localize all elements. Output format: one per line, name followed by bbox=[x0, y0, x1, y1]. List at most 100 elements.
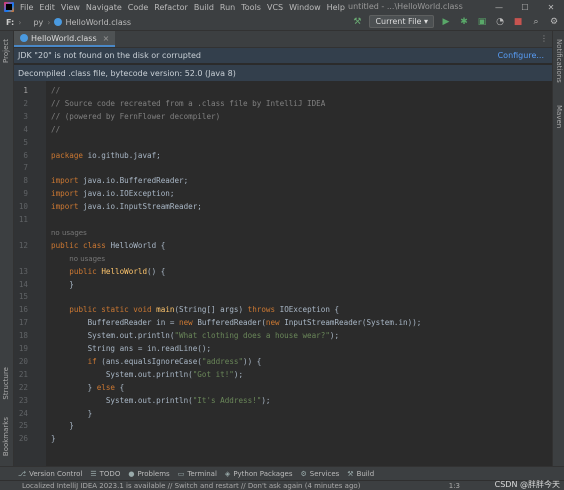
code-line: 3 // (powered by FernFlower decompiler) bbox=[14, 111, 552, 123]
code-line: 21 System.out.println("Got it!"); bbox=[14, 369, 552, 381]
run-config-label: Current File bbox=[375, 17, 422, 26]
code-token: new bbox=[179, 318, 198, 328]
menu-view[interactable]: View bbox=[61, 3, 80, 12]
menu-window[interactable]: Window bbox=[289, 3, 321, 12]
code-text: no usages bbox=[51, 253, 105, 265]
more-tabs-icon[interactable]: ⋮ bbox=[540, 34, 548, 43]
menu-vcs[interactable]: VCS bbox=[267, 3, 283, 12]
code-token: public bbox=[69, 266, 102, 276]
tab-helloworld-class[interactable]: HelloWorld.class × bbox=[14, 31, 116, 47]
coverage-icon[interactable]: ▣ bbox=[476, 16, 488, 28]
code-token: } bbox=[51, 408, 93, 418]
build-hammer-icon[interactable]: ⚒ bbox=[351, 16, 363, 28]
code-line: 17 BufferedReader in = new BufferedReade… bbox=[14, 317, 552, 329]
code-line: 2 // Source code recreated from a .class … bbox=[14, 98, 552, 110]
code-token: // (powered by FernFlower decompiler) bbox=[51, 111, 221, 121]
code-token: throws bbox=[247, 305, 280, 315]
stop-icon[interactable]: ■ bbox=[512, 16, 524, 28]
code-line: 18 System.out.println("What clothing doe… bbox=[14, 330, 552, 342]
code-text: // bbox=[51, 85, 60, 97]
inlay-hint-row: no usages bbox=[14, 227, 552, 239]
usages-hint[interactable]: no usages bbox=[51, 229, 87, 237]
tool-project[interactable]: Project bbox=[2, 39, 10, 63]
line-number: 10 bbox=[18, 202, 28, 212]
code-text: // bbox=[51, 124, 60, 136]
settings-gear-icon[interactable]: ⚙ bbox=[548, 16, 560, 28]
menu-edit[interactable]: Edit bbox=[39, 3, 55, 12]
intellij-logo-icon bbox=[4, 2, 14, 12]
menu-help[interactable]: Help bbox=[327, 3, 345, 12]
tab-label: HelloWorld.class bbox=[31, 33, 97, 43]
menu-file[interactable]: File bbox=[20, 3, 33, 12]
breadcrumb-separator-icon: › bbox=[18, 17, 22, 27]
menu-tools[interactable]: Tools bbox=[241, 3, 261, 12]
maximize-button[interactable]: ☐ bbox=[512, 0, 538, 14]
code-text: } bbox=[51, 433, 56, 445]
close-tab-icon[interactable]: × bbox=[103, 34, 110, 43]
close-window-button[interactable]: ✕ bbox=[538, 0, 564, 14]
menu-code[interactable]: Code bbox=[128, 3, 148, 12]
code-token: io.github.javaf; bbox=[87, 150, 161, 160]
breadcrumb-folder[interactable]: py bbox=[33, 18, 43, 27]
main-menu: File Edit View Navigate Code Refactor Bu… bbox=[20, 3, 351, 12]
usages-hint[interactable]: no usages bbox=[69, 255, 105, 263]
line-number: 5 bbox=[23, 137, 28, 147]
tool-label: Version Control bbox=[29, 469, 83, 478]
tool-label: Terminal bbox=[187, 469, 217, 478]
code-text: System.out.println("What clothing does a… bbox=[51, 330, 340, 342]
tool-maven[interactable]: Maven bbox=[555, 105, 563, 128]
code-token: import bbox=[51, 189, 84, 199]
configure-link[interactable]: Configure... bbox=[498, 51, 544, 60]
tool-bookmarks[interactable]: Bookmarks bbox=[2, 417, 10, 456]
menu-build[interactable]: Build bbox=[194, 3, 214, 12]
tool-notifications[interactable]: Notifications bbox=[555, 39, 563, 83]
tool-terminal[interactable]: ▭ Terminal bbox=[178, 470, 217, 478]
run-configuration-select[interactable]: Current File ▾ bbox=[369, 15, 434, 28]
code-editor[interactable]: 1 // 2 // Source code recreated from a .cla… bbox=[14, 81, 552, 466]
tool-problems[interactable]: ● Problems bbox=[128, 470, 169, 478]
search-icon[interactable]: ⌕ bbox=[530, 16, 542, 28]
menu-run[interactable]: Run bbox=[220, 3, 235, 12]
tool-todo[interactable]: ☰ TODO bbox=[90, 470, 120, 478]
code-token: "address" bbox=[201, 356, 244, 366]
profile-icon[interactable]: ◔ bbox=[494, 16, 506, 28]
tool-structure[interactable]: Structure bbox=[2, 367, 10, 400]
tool-label: Build bbox=[356, 469, 375, 478]
code-token: System.out.println( bbox=[51, 331, 175, 341]
line-number: 16 bbox=[18, 305, 28, 315]
tool-label: Python Packages bbox=[233, 469, 293, 478]
run-icon[interactable]: ▶ bbox=[440, 16, 452, 28]
breadcrumb-file[interactable]: HelloWorld.class bbox=[54, 18, 131, 27]
code-text: public static void main(String[] args) t… bbox=[51, 304, 339, 316]
code-line: 11 bbox=[14, 214, 552, 226]
code-text: } bbox=[51, 279, 74, 291]
breadcrumb-file-label: HelloWorld.class bbox=[65, 17, 132, 27]
menu-refactor[interactable]: Refactor bbox=[154, 3, 188, 12]
minimize-button[interactable]: — bbox=[486, 0, 512, 14]
tool-python-packages[interactable]: ◈ Python Packages bbox=[225, 470, 293, 478]
tool-version-control[interactable]: ⎇ Version Control bbox=[18, 470, 82, 478]
breadcrumb-drive[interactable]: F: bbox=[6, 18, 14, 27]
code-token: "Got it!" bbox=[192, 369, 234, 379]
line-number: 7 bbox=[23, 163, 28, 173]
code-token: public class bbox=[51, 240, 111, 250]
code-token: "What clothing does a house wear?" bbox=[174, 331, 330, 341]
code-line: 5 bbox=[14, 137, 552, 149]
status-message[interactable]: Localized IntelliJ IDEA 2023.1 is availa… bbox=[22, 482, 360, 490]
debug-icon[interactable]: ✱ bbox=[458, 16, 470, 28]
code-line: 26} bbox=[14, 433, 552, 445]
tool-build[interactable]: ⚒ Build bbox=[347, 470, 374, 478]
services-icon: ⚙ bbox=[300, 469, 307, 478]
menu-navigate[interactable]: Navigate bbox=[86, 3, 122, 12]
code-line: 24 } bbox=[14, 408, 552, 420]
line-number: 13 bbox=[18, 266, 28, 276]
code-token: if bbox=[87, 356, 102, 366]
caret-position[interactable]: 1:3 bbox=[449, 482, 460, 490]
code-line: 25 } bbox=[14, 420, 552, 432]
tool-services[interactable]: ⚙ Services bbox=[300, 470, 339, 478]
code-line: 8 import java.io.BufferedReader; bbox=[14, 175, 552, 187]
code-line: 14 } bbox=[14, 279, 552, 291]
line-number: 4 bbox=[23, 124, 28, 134]
